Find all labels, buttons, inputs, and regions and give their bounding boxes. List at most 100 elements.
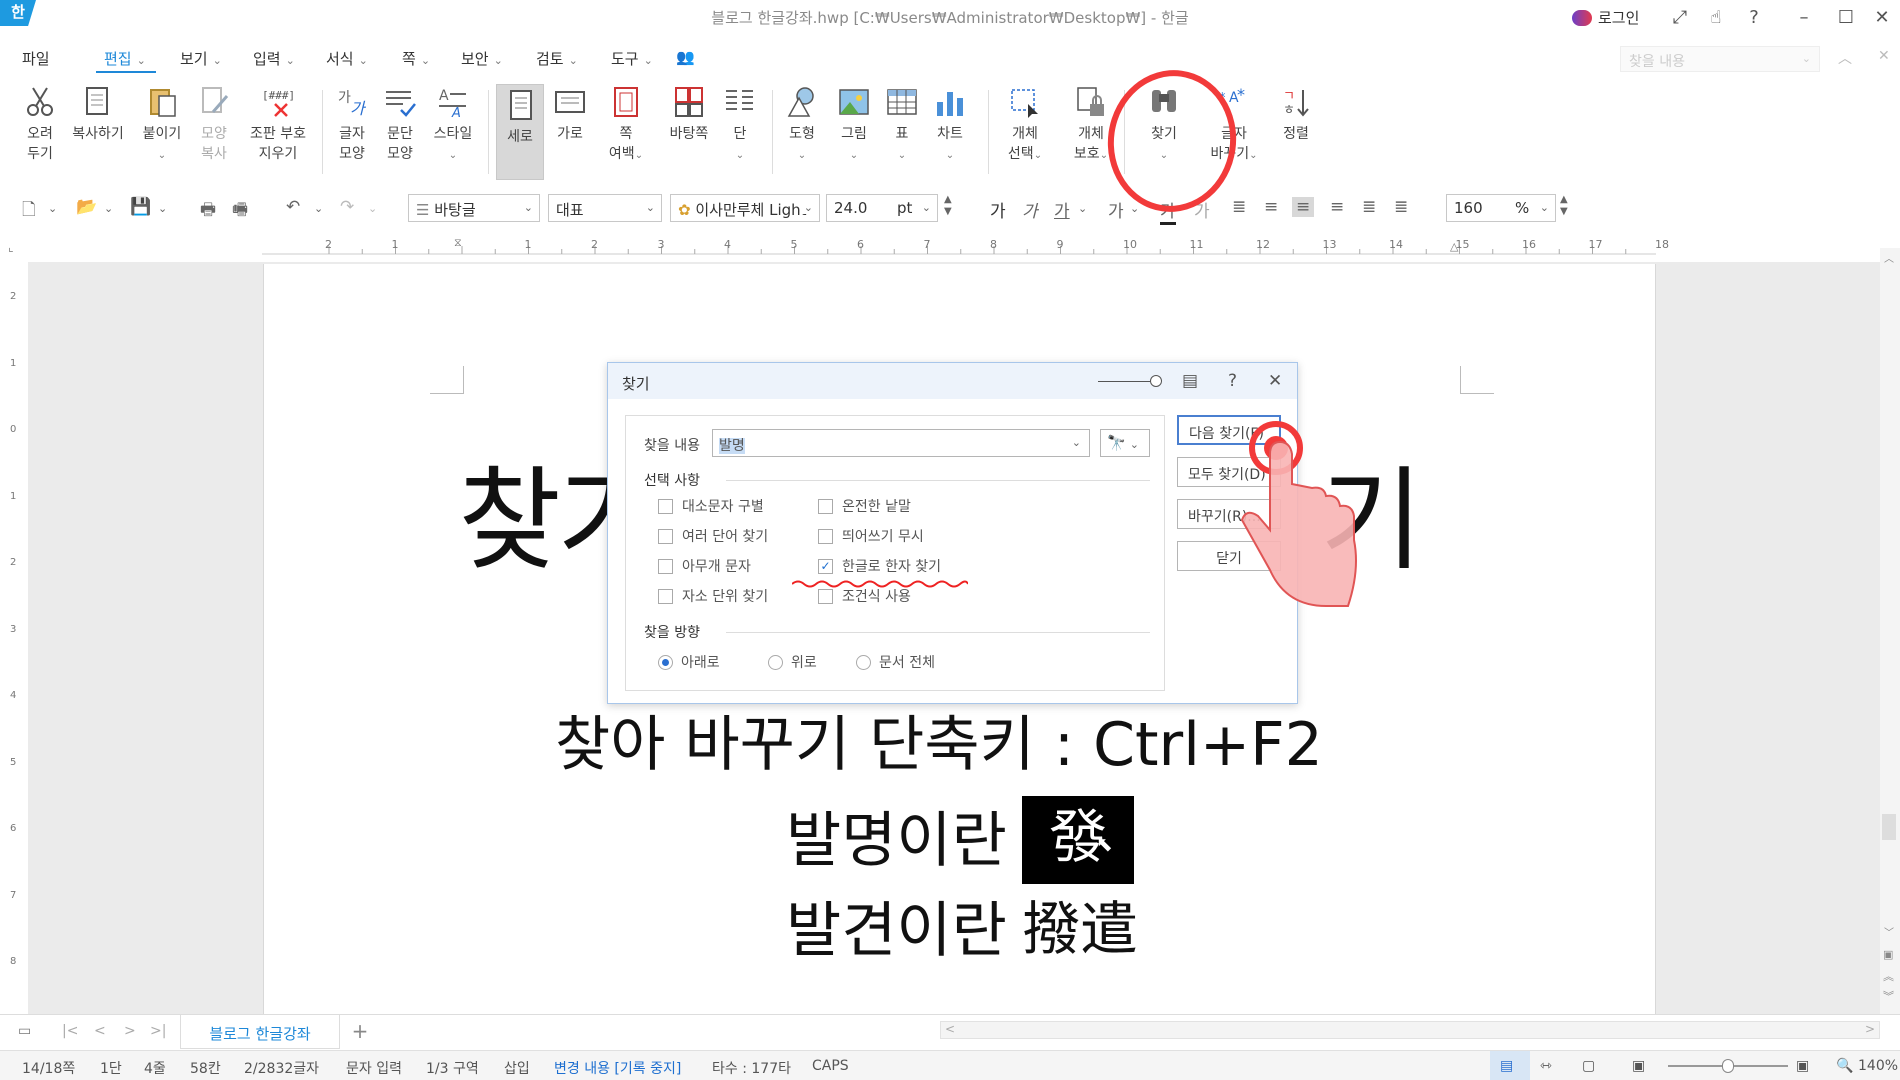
option-multi-word[interactable]: 여러 단어 찾기 <box>658 526 768 546</box>
cut-button[interactable]: 오려 두기 <box>22 86 58 164</box>
close-doc-icon[interactable]: ✕ <box>1878 48 1890 64</box>
maximize-icon[interactable]: ☐ <box>1834 6 1858 30</box>
ribbon-collapse-icon[interactable]: ︿ <box>1838 48 1852 68</box>
format-copy-button[interactable]: 모양 복사 <box>196 86 232 164</box>
bold-button[interactable]: 가 <box>990 197 1006 222</box>
zoom-stepper[interactable]: ▲ ▼ <box>1560 194 1568 218</box>
fit-width-icon[interactable]: ⇿ <box>1540 1058 1552 1074</box>
find-special-button[interactable]: 🔭 ⌄ <box>1100 429 1150 457</box>
menu-format[interactable]: 서식 ⌄ <box>326 48 368 69</box>
fullscreen-icon[interactable]: ⤢ <box>1668 6 1692 30</box>
checkbox-checked[interactable]: ✓ <box>818 558 833 574</box>
menu-file[interactable]: 파일 <box>22 48 50 69</box>
align-split-icon[interactable]: ≣ <box>1394 197 1408 217</box>
open-folder-icon[interactable]: 📂 <box>76 197 97 217</box>
status-insert[interactable]: 삽입 <box>504 1058 530 1078</box>
checkbox[interactable] <box>818 528 833 544</box>
collab-icon[interactable]: 👥 <box>676 48 695 66</box>
print-preview-icon[interactable]: 🖷 <box>232 197 248 226</box>
chart-button[interactable]: 차트 ⌄ <box>932 86 968 166</box>
scroll-right-icon[interactable]: > <box>1865 1022 1875 1036</box>
menu-edit[interactable]: 편집 ⌄ <box>104 48 146 69</box>
prev-page-icon[interactable]: ︽ <box>1883 968 1894 984</box>
find-input[interactable]: 발명 ⌄ <box>712 429 1090 457</box>
checkbox[interactable] <box>658 498 673 514</box>
chevron-down-icon[interactable]: ⌄ <box>1072 436 1081 449</box>
fit-page-icon[interactable]: ▢ <box>1582 1058 1595 1074</box>
next-tab-icon[interactable]: > <box>124 1023 136 1039</box>
menu-review[interactable]: 검토 ⌄ <box>536 48 578 69</box>
radio[interactable] <box>768 654 783 670</box>
underline-button[interactable]: 가 <box>1054 197 1070 222</box>
margins-button[interactable]: 쪽 여백⌄ <box>606 86 646 166</box>
zoom-select[interactable]: 160% ⌄ <box>1446 194 1556 222</box>
transparency-slider[interactable] <box>1098 381 1154 382</box>
transparency-slider-thumb[interactable] <box>1150 375 1162 387</box>
radio[interactable] <box>856 654 871 670</box>
copy-button[interactable]: 복사하기 <box>68 86 128 144</box>
direction-down[interactable]: 아래로 <box>658 652 720 672</box>
chevron-down-icon[interactable]: ⌄ <box>1078 202 1087 215</box>
indent-marker-icon[interactable]: ⧖ <box>454 236 462 250</box>
add-tab-button[interactable]: + <box>340 1015 380 1049</box>
radio-selected[interactable] <box>658 654 673 670</box>
zoom-slider-thumb[interactable] <box>1722 1059 1734 1073</box>
menu-insert[interactable]: 입력 ⌄ <box>253 48 295 69</box>
vertical-scrollbar[interactable]: ︿ ﹀ ▣ ︽ ︾ <box>1880 248 1900 1014</box>
checkbox[interactable] <box>818 498 833 514</box>
page-nav-icon[interactable]: ▣ <box>1883 948 1893 961</box>
language-select[interactable]: 대표 ⌄ <box>548 194 662 222</box>
portrait-button[interactable]: 세로 <box>496 84 544 180</box>
undo-icon[interactable]: ↶ <box>286 197 300 217</box>
font-select[interactable]: ✿ 이사만루체 Light ⌄ <box>670 194 820 222</box>
menu-view[interactable]: 보기 ⌄ <box>180 48 222 69</box>
shapes-button[interactable]: 도형 ⌄ <box>784 86 820 166</box>
scroll-left-icon[interactable]: < <box>945 1022 955 1036</box>
horizontal-ruler[interactable]: 2 1 1 2 3 4 5 6 7 8 9 10 11 12 13 14 15 16 17 18 ⧖ △ <box>262 236 1669 258</box>
minimize-icon[interactable]: – <box>1792 6 1816 30</box>
magnifier-icon[interactable]: 🔍 <box>1836 1058 1853 1074</box>
strikethrough-button[interactable]: 가 <box>1108 197 1124 222</box>
italic-button[interactable]: 가 <box>1022 197 1038 222</box>
chevron-down-icon[interactable]: ⌄ <box>368 202 377 215</box>
chevron-down-icon[interactable]: ⌄ <box>104 202 113 215</box>
horizontal-scrollbar[interactable]: < > <box>940 1021 1880 1039</box>
align-left-icon[interactable]: ≡ <box>1264 197 1278 217</box>
picture-button[interactable]: 그림 ⌄ <box>836 86 872 166</box>
select-object-button[interactable]: 개체 선택⌄ <box>1002 86 1048 166</box>
protect-object-button[interactable]: 개체 보호⌄ <box>1068 86 1114 166</box>
sort-button[interactable]: ㄱㅎ 정렬 <box>1278 86 1314 144</box>
touch-mode-icon[interactable]: ☝ <box>1704 6 1728 30</box>
new-document-icon[interactable]: 🗋 <box>22 197 36 226</box>
next-page-icon[interactable]: ︾ <box>1883 988 1894 1004</box>
status-zoom[interactable]: 140% <box>1858 1058 1898 1074</box>
table-button[interactable]: 표 ⌄ <box>884 86 920 166</box>
style-button[interactable]: AA 스타일 ⌄ <box>430 86 476 166</box>
checkbox[interactable] <box>658 528 673 544</box>
status-track-changes[interactable]: 변경 내용 [기록 중지] <box>554 1058 681 1078</box>
page-view-icon[interactable]: ▤ <box>1500 1058 1513 1074</box>
tab-list-icon[interactable]: ▭ <box>18 1023 31 1039</box>
zoom-in-icon[interactable]: ▣ <box>1796 1058 1809 1074</box>
quick-search-input[interactable]: 찾을 내용 ⌄ <box>1620 46 1820 72</box>
menu-page[interactable]: 쪽 ⌄ <box>402 48 430 69</box>
master-page-button[interactable]: 바탕쪽 <box>666 86 712 144</box>
option-whole-word[interactable]: 온전한 낱말 <box>818 496 911 516</box>
chevron-down-icon[interactable]: ⌄ <box>314 202 323 215</box>
checkbox[interactable] <box>658 588 673 604</box>
vertical-ruler[interactable]: 2 1 0 1 2 3 4 5 6 7 8 <box>0 262 28 1014</box>
landscape-button[interactable]: 가로 <box>550 86 590 144</box>
dialog-help-icon[interactable]: ? <box>1228 371 1237 391</box>
option-jamo[interactable]: 자소 단위 찾기 <box>658 586 768 606</box>
zoom-out-icon[interactable]: ▣ <box>1632 1058 1645 1074</box>
font-size-input[interactable]: 24.0 pt ⌄ <box>826 194 938 222</box>
chevron-down-icon[interactable]: ⌄ <box>158 202 167 215</box>
scroll-thumb[interactable] <box>1882 814 1896 840</box>
align-distribute-icon[interactable]: ≣ <box>1362 197 1376 217</box>
option-match-case[interactable]: 대소문자 구별 <box>658 496 764 516</box>
clear-marks-button[interactable]: [###] 조판 부호 지우기 <box>244 86 312 164</box>
chevron-down-icon[interactable]: ⌄ <box>1130 202 1139 215</box>
dialog-comment-icon[interactable]: ▤ <box>1182 371 1198 391</box>
columns-button[interactable]: 단 ⌄ <box>722 86 758 166</box>
checkbox[interactable] <box>658 558 673 574</box>
